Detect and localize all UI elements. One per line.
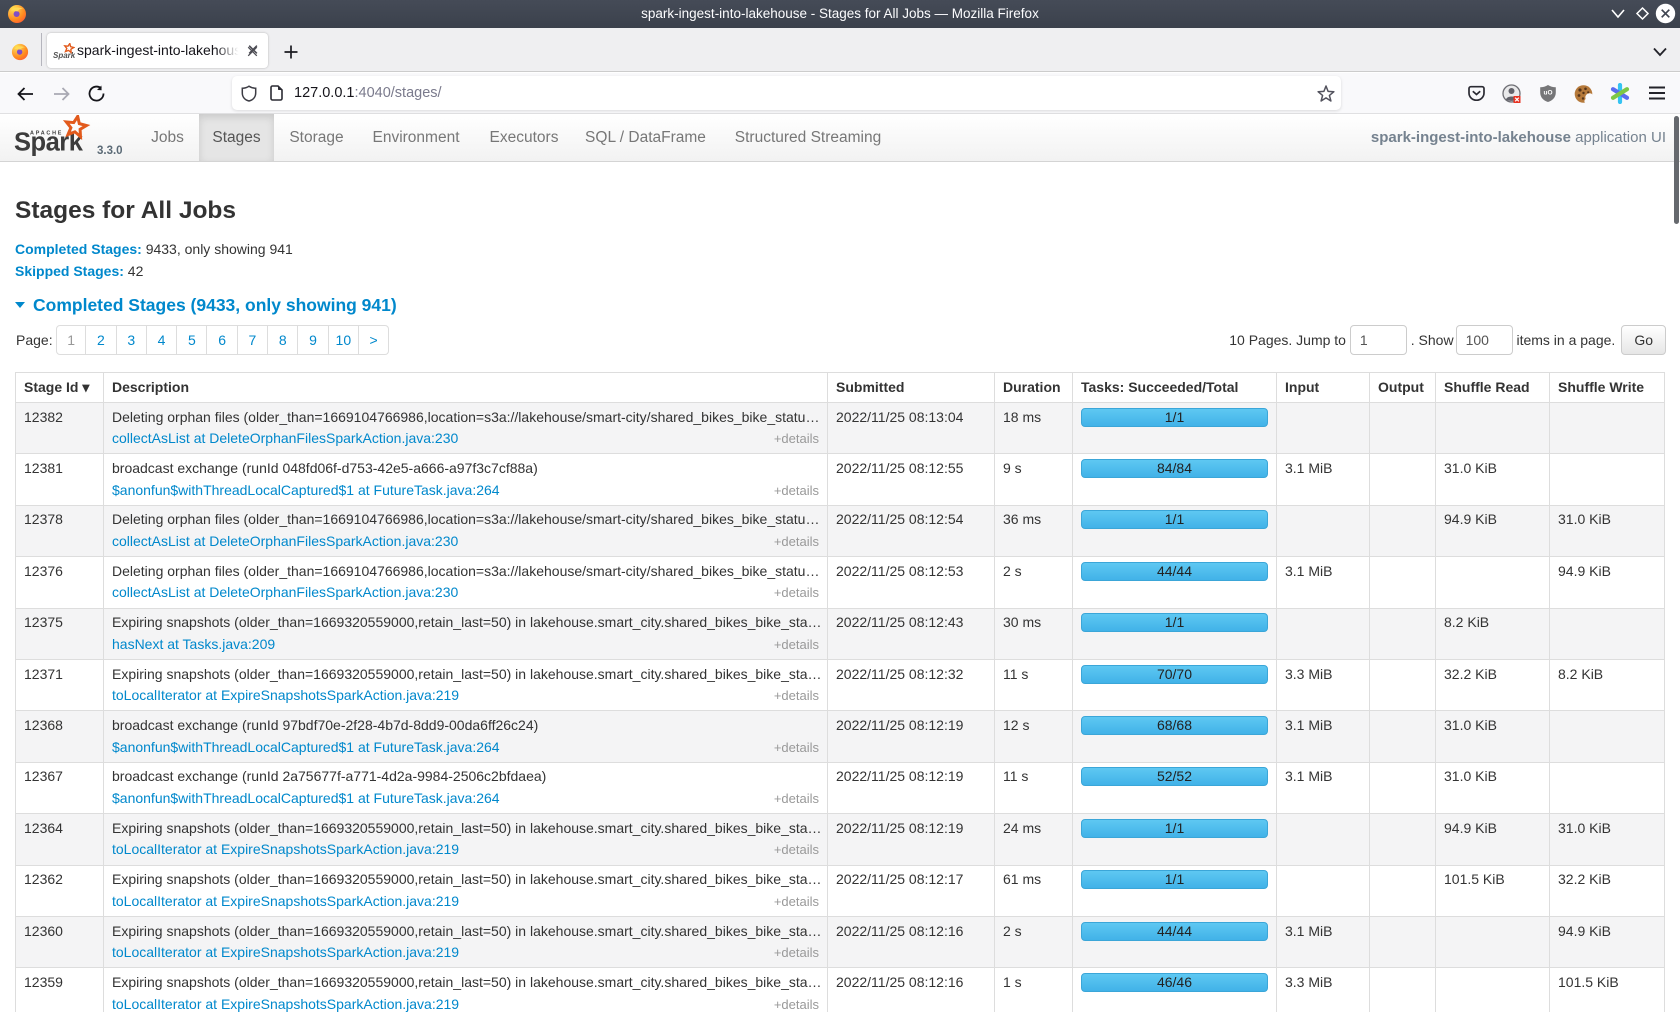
- svg-text:3.3.0: 3.3.0: [97, 145, 123, 157]
- svg-text:uO: uO: [1543, 90, 1552, 97]
- svg-text:Spark: Spark: [53, 51, 75, 60]
- svg-text:APACHE: APACHE: [30, 131, 63, 137]
